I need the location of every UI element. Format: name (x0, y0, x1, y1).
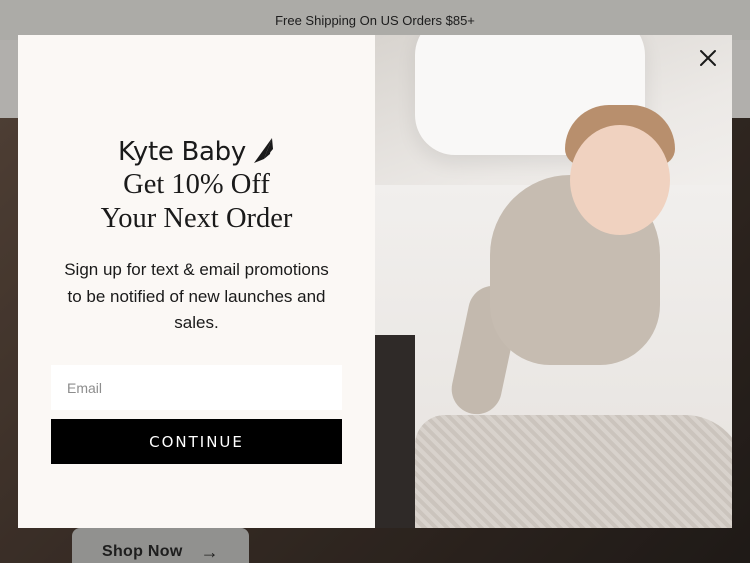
signup-popup: Kyte Baby Get 10% Off Your Next Order Si… (18, 35, 732, 528)
brand-name: Kyte Baby (118, 137, 246, 167)
popup-photo (375, 35, 732, 528)
headline-line-1: Get 10% Off (123, 169, 270, 200)
email-input[interactable] (51, 365, 342, 410)
popup-form-panel: Kyte Baby Get 10% Off Your Next Order Si… (18, 35, 375, 528)
close-popup-button[interactable] (695, 45, 721, 71)
photo-shadow-edge (375, 335, 415, 528)
close-icon (700, 50, 716, 66)
brand-leaf-icon (252, 137, 274, 167)
popup-subtext: Sign up for text & email promotions to b… (64, 260, 329, 332)
photo-knit-blanket (415, 415, 732, 528)
popup-headline: Get 10% Off Your Next Order (18, 168, 375, 236)
brand-logo: Kyte Baby (118, 137, 274, 167)
headline-line-2: Your Next Order (100, 203, 293, 234)
photo-child-head (570, 125, 670, 235)
continue-button[interactable]: CONTINUE (51, 419, 342, 464)
